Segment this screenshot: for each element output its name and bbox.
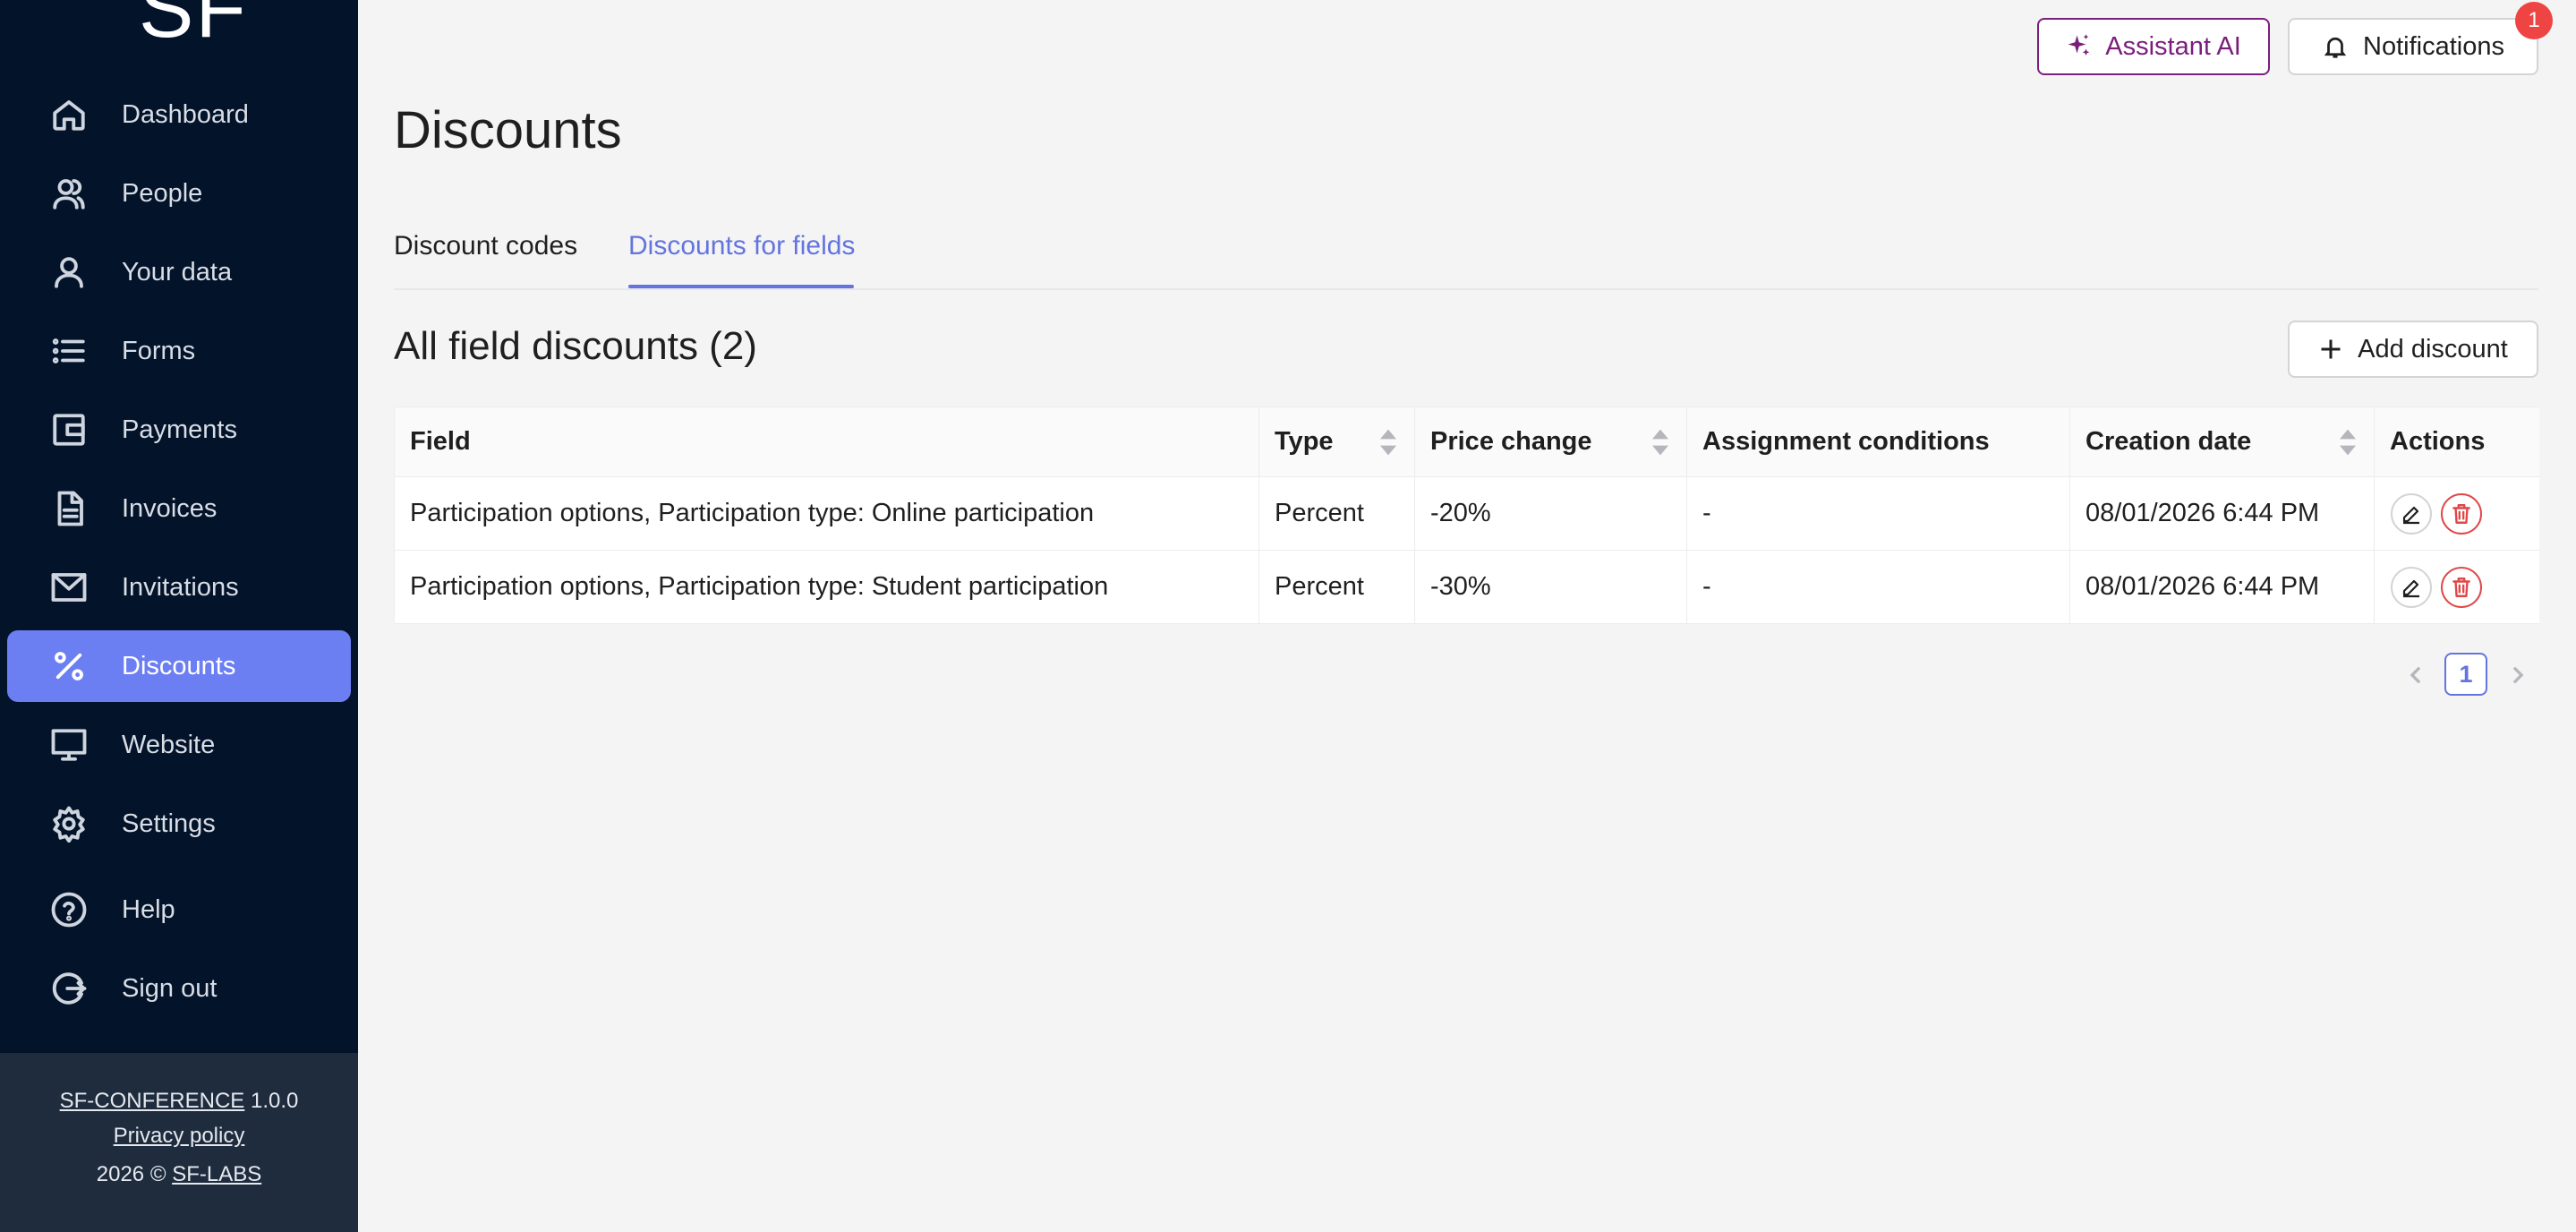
list-icon — [48, 330, 90, 372]
sidebar-item-help[interactable]: Help — [7, 874, 351, 945]
pencil-icon — [2402, 579, 2419, 597]
delete-button[interactable] — [2441, 492, 2482, 535]
sidebar-item-label: Your data — [122, 257, 233, 287]
bell-icon — [2324, 37, 2347, 58]
pagination-prev-button[interactable] — [2401, 657, 2431, 693]
tab-discounts-for-fields[interactable]: Discounts for fields — [628, 231, 855, 261]
tabs-divider — [394, 288, 2538, 290]
add-discount-button[interactable]: Add discount — [2288, 321, 2538, 378]
copyright-line: 2026 © SF-LABS — [0, 1162, 358, 1187]
sort-icon[interactable] — [1652, 429, 1668, 456]
sidebar-item-your-data[interactable]: Your data — [7, 236, 351, 308]
people-icon — [48, 173, 90, 214]
trash-icon — [2452, 577, 2470, 597]
sidebar-item-dashboard[interactable]: Dashboard — [7, 79, 351, 150]
pencil-icon — [2402, 506, 2419, 524]
sidebar-item-label: Payments — [122, 415, 237, 444]
chevron-right-icon — [2512, 666, 2524, 684]
assistant-ai-button[interactable]: Assistant AI — [2037, 18, 2270, 75]
add-discount-label: Add discount — [2358, 334, 2508, 364]
sidebar-item-label: Sign out — [122, 973, 218, 1003]
chevron-left-icon — [2410, 666, 2421, 684]
sidebar-item-sign-out[interactable]: Sign out — [7, 953, 351, 1024]
assistant-ai-label: Assistant AI — [2105, 31, 2241, 61]
sidebar-item-label: Settings — [122, 808, 216, 838]
document-icon — [48, 488, 90, 529]
notification-count-badge: 1 — [2515, 2, 2553, 39]
company-link[interactable]: SF-LABS — [172, 1162, 261, 1186]
sidebar-item-label: Discounts — [122, 651, 236, 680]
column-header-creation-date[interactable]: Creation date — [2070, 407, 2375, 476]
copyright-text: 2026 © — [96, 1162, 166, 1186]
discounts-table: Field Type Price change Assignment condi… — [394, 406, 2539, 624]
cell-type: Percent — [1259, 551, 1415, 623]
sidebar: SF Dashboard People Your data Forms Paym… — [0, 0, 358, 1232]
cell-creation-date: 08/01/2026 6:44 PM — [2070, 551, 2375, 623]
sparkle-icon — [2068, 34, 2090, 56]
column-header-field: Field — [395, 407, 1259, 476]
edit-button[interactable] — [2391, 492, 2432, 535]
column-header-assignment-conditions: Assignment conditions — [1687, 407, 2070, 476]
app-version: 1.0.0 — [250, 1089, 299, 1113]
notifications-button[interactable]: Notifications — [2288, 18, 2538, 75]
sidebar-item-label: Dashboard — [122, 99, 249, 129]
app-name-link[interactable]: SF-CONFERENCE — [60, 1089, 245, 1113]
table-row: Participation options, Participation typ… — [395, 551, 2539, 624]
sidebar-item-payments[interactable]: Payments — [7, 394, 351, 466]
table-header: Field Type Price change Assignment condi… — [395, 407, 2539, 477]
percent-icon — [48, 646, 90, 687]
pagination-next-button[interactable] — [2503, 657, 2533, 693]
cell-assignment-conditions: - — [1687, 477, 2070, 550]
sidebar-footer: SF-CONFERENCE 1.0.0 Privacy policy 2026 … — [0, 1053, 358, 1232]
cell-field: Participation options, Participation typ… — [395, 477, 1259, 550]
user-icon — [48, 252, 90, 293]
edit-button[interactable] — [2391, 566, 2432, 608]
monitor-icon — [48, 724, 90, 766]
cell-field: Participation options, Participation typ… — [395, 551, 1259, 623]
cell-type: Percent — [1259, 477, 1415, 550]
cell-price-change: -20% — [1415, 477, 1687, 550]
sidebar-item-label: People — [122, 178, 203, 208]
privacy-policy-link[interactable]: Privacy policy — [114, 1124, 245, 1148]
sidebar-item-settings[interactable]: Settings — [7, 788, 351, 860]
plus-icon — [2321, 339, 2341, 359]
sidebar-item-website[interactable]: Website — [7, 709, 351, 781]
sidebar-item-label: Invitations — [122, 572, 239, 602]
cell-creation-date: 08/01/2026 6:44 PM — [2070, 477, 2375, 550]
sort-icon[interactable] — [1380, 429, 1396, 456]
column-header-price-change[interactable]: Price change — [1415, 407, 1687, 476]
wallet-icon — [48, 409, 90, 450]
sidebar-item-label: Website — [122, 730, 216, 759]
home-icon — [48, 94, 90, 135]
section-title: All field discounts (2) — [394, 324, 757, 368]
app-logo[interactable]: SF — [0, 0, 358, 54]
sidebar-item-label: Help — [122, 894, 175, 924]
page-title: Discounts — [394, 101, 622, 159]
sidebar-item-forms[interactable]: Forms — [7, 315, 351, 387]
mail-icon — [48, 567, 90, 608]
trash-icon — [2452, 503, 2470, 524]
tab-discount-codes[interactable]: Discount codes — [394, 231, 577, 261]
sidebar-item-label: Invoices — [122, 493, 218, 523]
privacy-line: Privacy policy — [0, 1124, 358, 1149]
sidebar-item-people[interactable]: People — [7, 158, 351, 229]
sidebar-item-invitations[interactable]: Invitations — [7, 552, 351, 623]
gear-icon — [48, 803, 90, 844]
cell-price-change: -30% — [1415, 551, 1687, 623]
cell-assignment-conditions: - — [1687, 551, 2070, 623]
sign-out-icon — [48, 968, 90, 1009]
sidebar-item-invoices[interactable]: Invoices — [7, 473, 351, 544]
app-version-line: SF-CONFERENCE 1.0.0 — [0, 1089, 358, 1114]
help-icon — [48, 889, 90, 930]
notifications-label: Notifications — [2363, 31, 2504, 61]
delete-button[interactable] — [2441, 566, 2482, 608]
sidebar-item-discounts[interactable]: Discounts — [7, 630, 351, 702]
sidebar-item-label: Forms — [122, 336, 196, 365]
table-row: Participation options, Participation typ… — [395, 477, 2539, 551]
sort-icon[interactable] — [2340, 429, 2356, 456]
pagination-page-current[interactable]: 1 — [2444, 653, 2487, 696]
active-tab-indicator — [628, 285, 854, 288]
column-header-actions: Actions — [2390, 427, 2486, 456]
column-header-type[interactable]: Type — [1259, 407, 1415, 476]
